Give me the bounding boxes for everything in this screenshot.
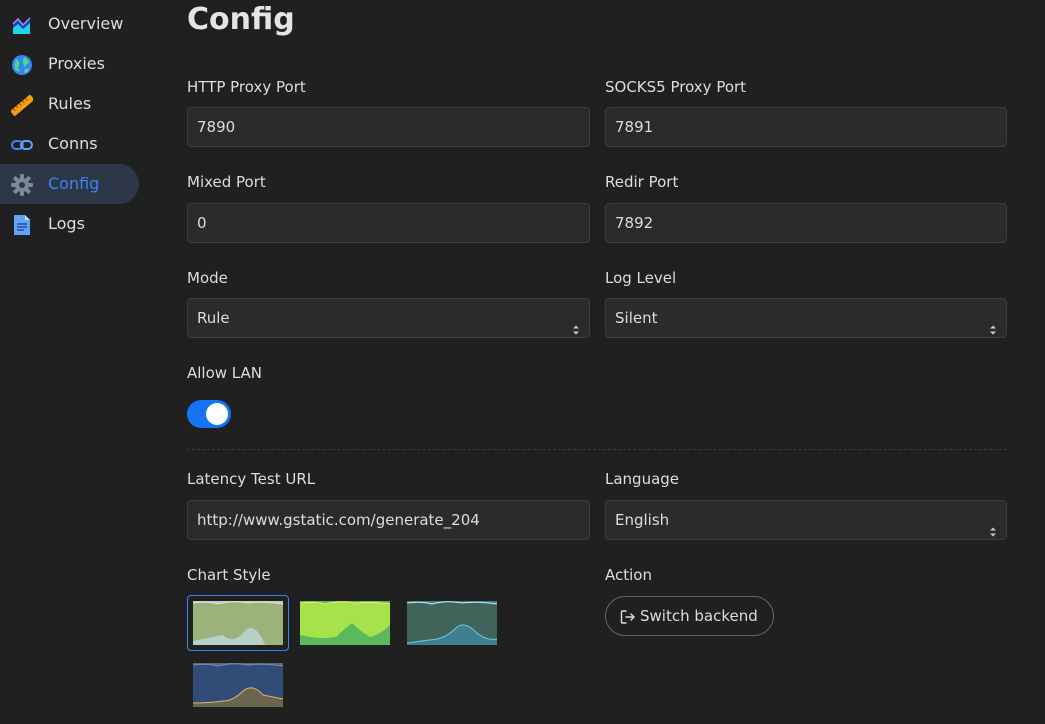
latency-url-input[interactable]: http://www.gstatic.com/generate_204 [187, 500, 590, 540]
toggle-knob [206, 403, 228, 425]
latency-url-value: http://www.gstatic.com/generate_204 [197, 511, 480, 529]
sidebar-item-label: Config [48, 174, 100, 193]
chart-style-label: Chart Style [187, 566, 271, 584]
sidebar-item-label: Conns [48, 134, 98, 153]
language-value: English [615, 511, 670, 529]
sidebar-item-label: Proxies [48, 54, 105, 73]
sidebar-item-label: Rules [48, 94, 92, 113]
socks-port-input[interactable]: 7891 [605, 107, 1007, 147]
allow-lan-toggle[interactable] [187, 400, 231, 428]
globe-icon [11, 54, 33, 76]
select-arrows-icon [989, 312, 997, 335]
sidebar-item-config[interactable]: Config [0, 164, 139, 204]
gear-icon [11, 174, 33, 196]
select-arrows-icon [989, 514, 997, 537]
ruler-icon [10, 94, 35, 117]
sidebar: Overview Proxies Rules Conns Config Logs [0, 0, 145, 724]
document-icon [11, 214, 33, 236]
action-label: Action [605, 566, 652, 584]
allow-lan-label: Allow LAN [187, 364, 262, 382]
sidebar-item-proxies[interactable]: Proxies [0, 44, 139, 84]
socks-port-value: 7891 [615, 118, 654, 136]
chart-icon [11, 14, 33, 36]
language-select[interactable]: English [605, 500, 1007, 540]
mixed-port-label: Mixed Port [187, 173, 266, 191]
mode-value: Rule [197, 309, 230, 327]
latency-url-label: Latency Test URL [187, 470, 316, 488]
chart-style-option-3[interactable] [406, 601, 498, 645]
http-port-input[interactable]: 7890 [187, 107, 590, 147]
mixed-port-value: 0 [197, 214, 207, 232]
http-port-label: HTTP Proxy Port [187, 78, 306, 96]
app-root: Overview Proxies Rules Conns Config Logs… [0, 0, 1045, 724]
chart-style-option-1[interactable] [192, 601, 284, 645]
mode-select[interactable]: Rule [187, 298, 590, 338]
mode-label: Mode [187, 269, 228, 287]
switch-backend-label: Switch backend [640, 607, 758, 625]
http-port-value: 7890 [197, 118, 236, 136]
sidebar-item-conns[interactable]: Conns [0, 124, 139, 164]
redir-port-label: Redir Port [605, 173, 679, 191]
link-icon [11, 134, 33, 156]
chart-style-option-4[interactable] [192, 663, 284, 707]
sidebar-item-logs[interactable]: Logs [0, 204, 139, 244]
language-label: Language [605, 470, 680, 488]
redir-port-input[interactable]: 7892 [605, 203, 1007, 243]
chart-style-option-2[interactable] [299, 601, 391, 645]
sidebar-item-overview[interactable]: Overview [0, 4, 139, 44]
select-arrows-icon [572, 312, 580, 335]
divider [187, 449, 1007, 450]
redir-port-value: 7892 [615, 214, 654, 232]
sidebar-item-label: Overview [48, 14, 124, 33]
sidebar-item-rules[interactable]: Rules [0, 84, 139, 124]
page-title: Config [187, 2, 295, 37]
socks-port-label: SOCKS5 Proxy Port [605, 78, 747, 96]
sidebar-item-label: Logs [48, 214, 85, 233]
logout-icon [620, 609, 636, 625]
switch-backend-button[interactable]: Switch backend [605, 596, 774, 636]
log-level-select[interactable]: Silent [605, 298, 1007, 338]
config-panel: Config HTTP Proxy Port 7890 SOCKS5 Proxy… [187, 0, 1007, 724]
mixed-port-input[interactable]: 0 [187, 203, 590, 243]
log-level-value: Silent [615, 309, 658, 327]
log-level-label: Log Level [605, 269, 677, 287]
